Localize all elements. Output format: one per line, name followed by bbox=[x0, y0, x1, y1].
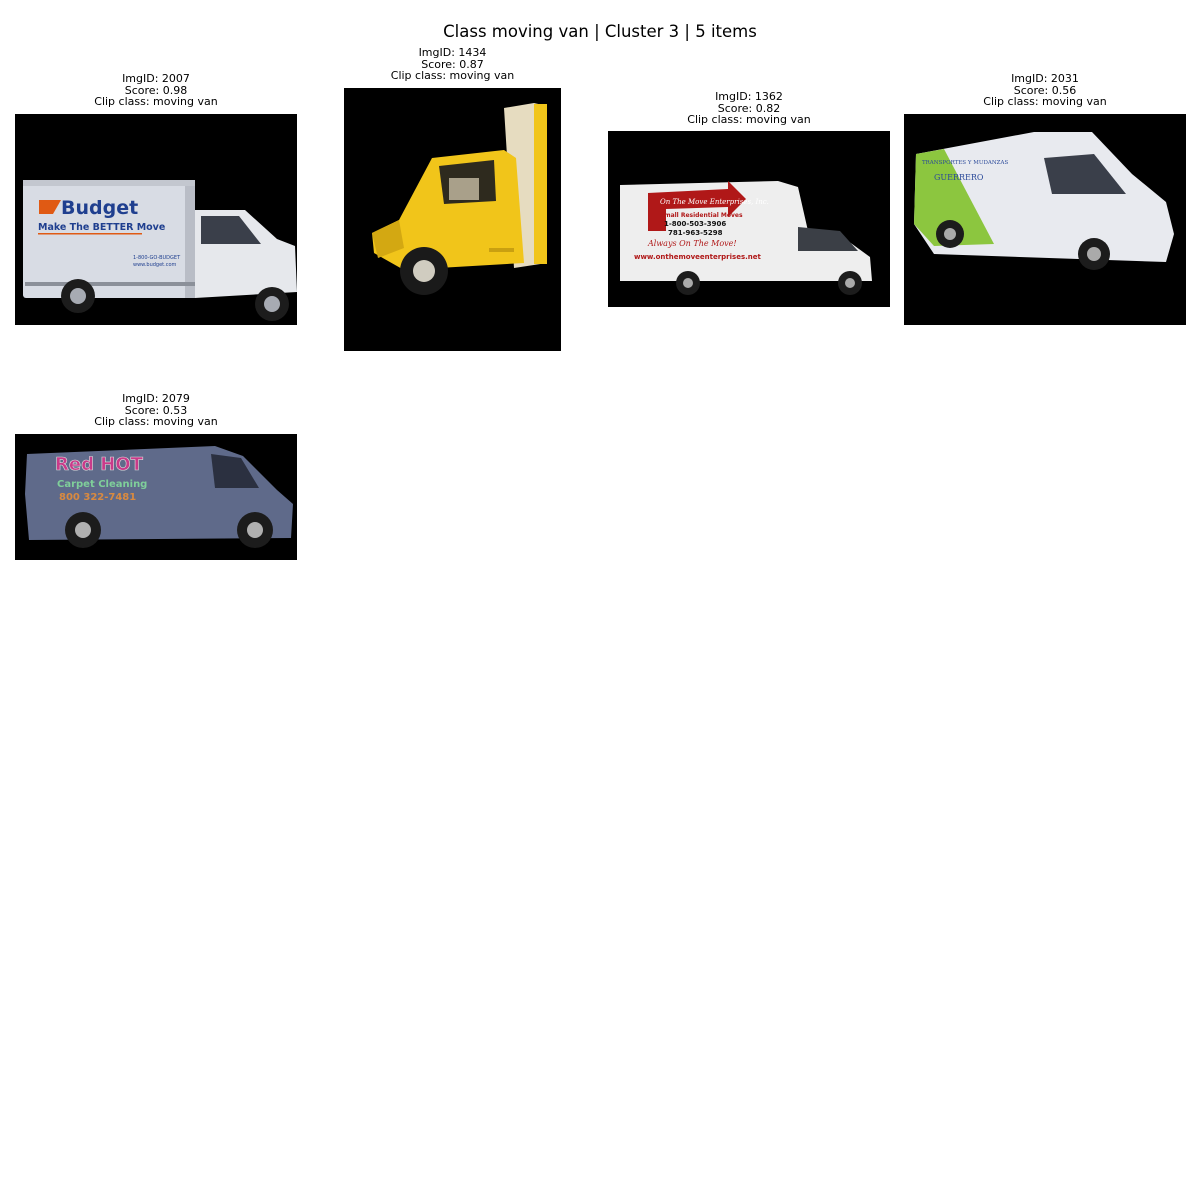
company-line-1-text: TRANSPORTES Y MUDANZAS bbox=[922, 160, 1008, 166]
img-id-label: ImgID: 2079 bbox=[122, 392, 190, 405]
budget-logo-text: Budget bbox=[61, 197, 138, 219]
budget-phone-text: 1-800-GO-BUDGET bbox=[133, 255, 181, 261]
van-image bbox=[344, 88, 561, 351]
slogan-text: Always On The Move! bbox=[647, 239, 737, 248]
clip-class-label: Clip class: moving van bbox=[983, 95, 1107, 108]
item-caption: ImgID: 2031 Score: 0.56 Clip class: movi… bbox=[904, 73, 1186, 108]
budget-web-text: www.budget.com bbox=[133, 262, 177, 268]
van-image: TRANSPORTES Y MUDANZAS GUERRERO bbox=[904, 114, 1186, 325]
img-id-label: ImgID: 1362 bbox=[715, 90, 783, 103]
budget-slogan-text: Make The BETTER Move bbox=[38, 222, 165, 233]
service-text: Small Residential Moves bbox=[660, 212, 743, 219]
red-hot-van-picture: Red HOT Carpet Cleaning 800 322-7481 bbox=[25, 446, 293, 548]
phone-text: 800 322-7481 bbox=[59, 492, 136, 503]
company-line-2-text: GUERRERO bbox=[934, 173, 984, 182]
img-id-label: ImgID: 1434 bbox=[418, 46, 487, 59]
clip-class-label: Clip class: moving van bbox=[687, 113, 811, 126]
service-text: Carpet Cleaning bbox=[57, 479, 147, 490]
phone-1-text: 1-800-503-3906 bbox=[664, 220, 726, 228]
van-image: Red HOT Carpet Cleaning 800 322-7481 bbox=[15, 434, 297, 560]
clip-class-label: Clip class: moving van bbox=[94, 415, 218, 428]
phone-2-text: 781-963-5298 bbox=[668, 229, 723, 237]
img-id-label: ImgID: 2007 bbox=[122, 72, 190, 85]
on-the-move-truck-picture: On The Move Enterprises, Inc. Small Resi… bbox=[620, 181, 872, 295]
van-image: Budget Make The BETTER Move 1-800-GO-BUD… bbox=[15, 114, 297, 325]
yellow-truck-picture bbox=[372, 103, 547, 295]
red-hot-logo-text: Red HOT bbox=[55, 454, 144, 475]
item-caption: ImgID: 1362 Score: 0.82 Clip class: movi… bbox=[608, 91, 890, 126]
figure-title: Class moving van | Cluster 3 | 5 items bbox=[443, 22, 757, 41]
clip-class-label: Clip class: moving van bbox=[390, 69, 515, 82]
website-text: www.onthemoveenterprises.net bbox=[634, 253, 762, 261]
van-image: On The Move Enterprises, Inc. Small Resi… bbox=[608, 131, 890, 307]
guerrero-van-picture: TRANSPORTES Y MUDANZAS GUERRERO bbox=[914, 132, 1174, 270]
img-id-label: ImgID: 2031 bbox=[1011, 72, 1079, 85]
company-name-text: On The Move Enterprises, Inc. bbox=[660, 198, 769, 206]
clip-class-label: Clip class: moving van bbox=[94, 95, 218, 108]
item-caption: ImgID: 1434 Score: 0.87 Clip class: movi… bbox=[344, 47, 561, 82]
budget-truck-picture: Budget Make The BETTER Move 1-800-GO-BUD… bbox=[23, 180, 297, 321]
item-caption: ImgID: 2079 Score: 0.53 Clip class: movi… bbox=[15, 393, 297, 428]
item-caption: ImgID: 2007 Score: 0.98 Clip class: movi… bbox=[15, 73, 297, 108]
